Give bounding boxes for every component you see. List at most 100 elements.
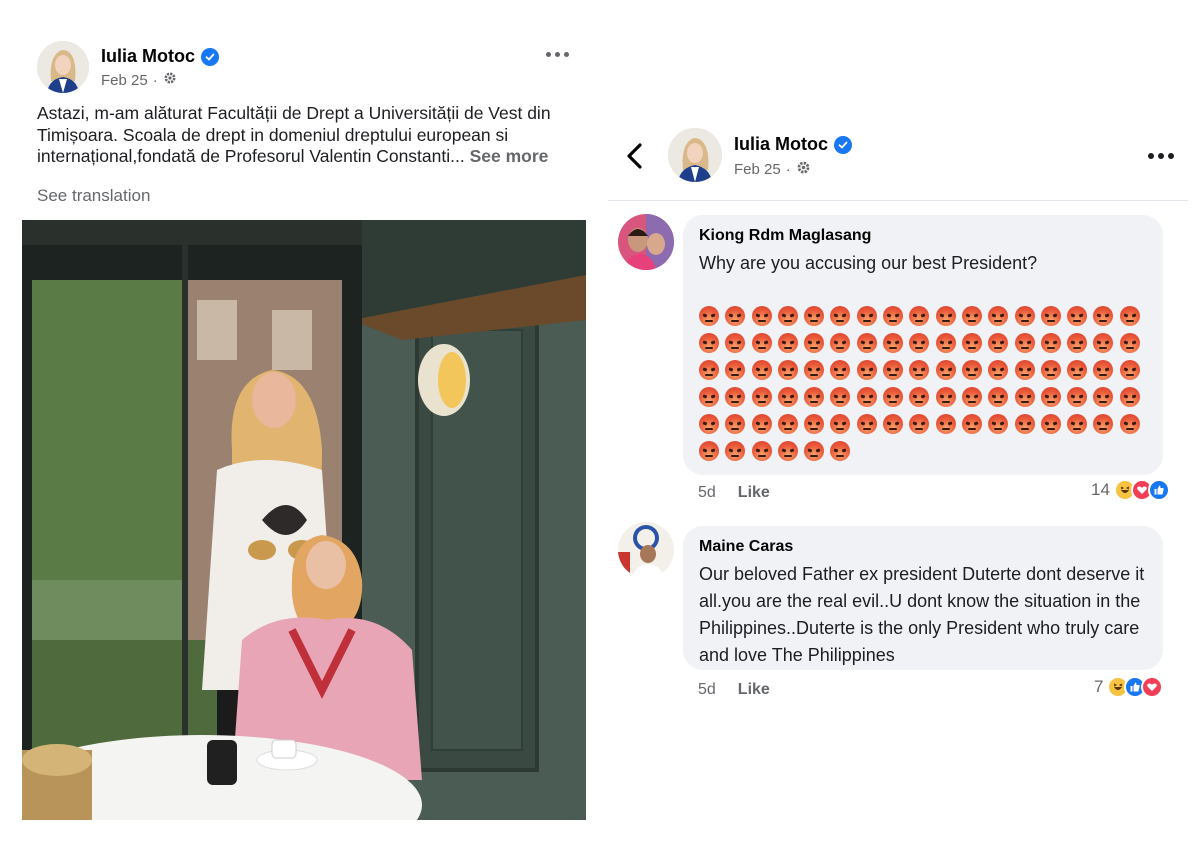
comment-actions: 5d Like [698, 681, 770, 699]
author-name[interactable]: Iulia Motoc [101, 46, 195, 67]
angry-emoji-icon [1067, 414, 1088, 434]
more-options-icon[interactable] [1148, 153, 1174, 159]
angry-emoji-icon [856, 414, 877, 434]
angry-emoji-icon [1014, 387, 1035, 407]
angry-emoji-icon [1119, 360, 1140, 380]
angry-emoji-icon [961, 306, 982, 326]
gear-icon[interactable] [163, 71, 177, 89]
angry-emoji-icon [830, 306, 851, 326]
reaction-summary[interactable]: 7 [1094, 676, 1164, 698]
angry-emoji-grid [699, 306, 1147, 461]
angry-emoji-icon [830, 333, 851, 353]
angry-emoji-icon [961, 414, 982, 434]
post-meta: Feb 25 · [734, 160, 811, 179]
post-date[interactable]: Feb 25 [734, 161, 781, 178]
angry-emoji-icon [1014, 414, 1035, 434]
verified-badge-icon [201, 47, 219, 66]
angry-emoji-icon [988, 306, 1009, 326]
angry-emoji-icon [699, 387, 719, 407]
angry-emoji-icon [909, 333, 930, 353]
angry-emoji-icon [725, 414, 746, 434]
angry-emoji-icon [699, 360, 719, 380]
angry-emoji-icon [1119, 333, 1140, 353]
angry-emoji-icon [1093, 306, 1114, 326]
angry-emoji-icon [751, 387, 772, 407]
comment-author[interactable]: Maine Caras [699, 538, 1147, 556]
angry-emoji-icon [988, 414, 1009, 434]
author-avatar[interactable] [37, 41, 89, 93]
angry-emoji-icon [1093, 333, 1114, 353]
angry-emoji-icon [725, 333, 746, 353]
author-name-row: Iulia Motoc [734, 134, 852, 155]
see-translation-link[interactable]: See translation [37, 186, 150, 206]
angry-emoji-icon [909, 414, 930, 434]
angry-emoji-icon [751, 414, 772, 434]
angry-emoji-icon [935, 360, 956, 380]
angry-emoji-icon [777, 414, 798, 434]
like-button[interactable]: Like [738, 484, 770, 502]
angry-emoji-icon [883, 306, 904, 326]
more-options-icon[interactable] [546, 52, 569, 57]
verified-badge-icon [834, 135, 852, 154]
comment-author[interactable]: Kiong Rdm Maglasang [699, 227, 1147, 245]
angry-emoji-icon [725, 387, 746, 407]
angry-emoji-icon [1093, 360, 1114, 380]
angry-emoji-icon [935, 387, 956, 407]
angry-emoji-icon [935, 306, 956, 326]
angry-emoji-icon [1014, 333, 1035, 353]
angry-emoji-icon [988, 360, 1009, 380]
angry-emoji-icon [856, 360, 877, 380]
angry-emoji-icon [961, 387, 982, 407]
chevron-left-icon[interactable] [624, 142, 646, 170]
post-body: Astazi, m-am alăturat Facultății de Drep… [37, 103, 577, 168]
angry-emoji-icon [1067, 387, 1088, 407]
angry-emoji-icon [830, 387, 851, 407]
see-more-link[interactable]: See more [470, 146, 549, 166]
comment-bubble: Maine Caras Our beloved Father ex presid… [683, 526, 1163, 670]
reaction-summary[interactable]: 14 [1091, 479, 1170, 501]
post-date[interactable]: Feb 25 [101, 72, 148, 89]
angry-emoji-icon [804, 414, 825, 434]
angry-emoji-icon [909, 387, 930, 407]
comment-actions: 5d Like [698, 484, 770, 502]
angry-emoji-icon [830, 441, 851, 461]
angry-emoji-icon [909, 360, 930, 380]
angry-emoji-icon [1119, 306, 1140, 326]
angry-emoji-icon [777, 441, 798, 461]
comment-time[interactable]: 5d [698, 484, 716, 502]
divider [608, 200, 1188, 201]
post-text-line: internațional,fondată de Profesorul Vale… [37, 146, 465, 166]
angry-emoji-icon [751, 441, 772, 461]
angry-emoji-icon [988, 333, 1009, 353]
angry-emoji-icon [856, 387, 877, 407]
angry-emoji-icon [909, 306, 930, 326]
post-photo[interactable] [22, 220, 586, 820]
comment-time[interactable]: 5d [698, 681, 716, 699]
angry-emoji-icon [751, 306, 772, 326]
angry-emoji-icon [1119, 387, 1140, 407]
angry-emoji-icon [856, 333, 877, 353]
angry-emoji-icon [988, 387, 1009, 407]
angry-emoji-icon [856, 306, 877, 326]
angry-emoji-icon [699, 306, 719, 326]
angry-emoji-icon [1040, 333, 1061, 353]
angry-emoji-icon [1040, 387, 1061, 407]
commenter-avatar[interactable] [618, 214, 674, 270]
angry-emoji-icon [699, 414, 719, 434]
angry-emoji-icon [830, 414, 851, 434]
post-text-line: Timișoara. Scoala de drept in domeniul d… [37, 124, 509, 145]
angry-emoji-icon [883, 414, 904, 434]
commenter-avatar[interactable] [618, 522, 674, 578]
comment-text: Why are you accusing our best President? [699, 253, 1038, 273]
like-reaction-icon [1147, 479, 1170, 501]
author-avatar[interactable] [668, 128, 722, 182]
reaction-count: 7 [1094, 677, 1104, 696]
author-name[interactable]: Iulia Motoc [734, 134, 828, 155]
reaction-count: 14 [1091, 480, 1110, 499]
angry-emoji-icon [1093, 387, 1114, 407]
like-button[interactable]: Like [738, 681, 770, 699]
angry-emoji-icon [804, 387, 825, 407]
angry-emoji-icon [777, 306, 798, 326]
gear-icon[interactable] [796, 160, 811, 179]
angry-emoji-icon [804, 360, 825, 380]
